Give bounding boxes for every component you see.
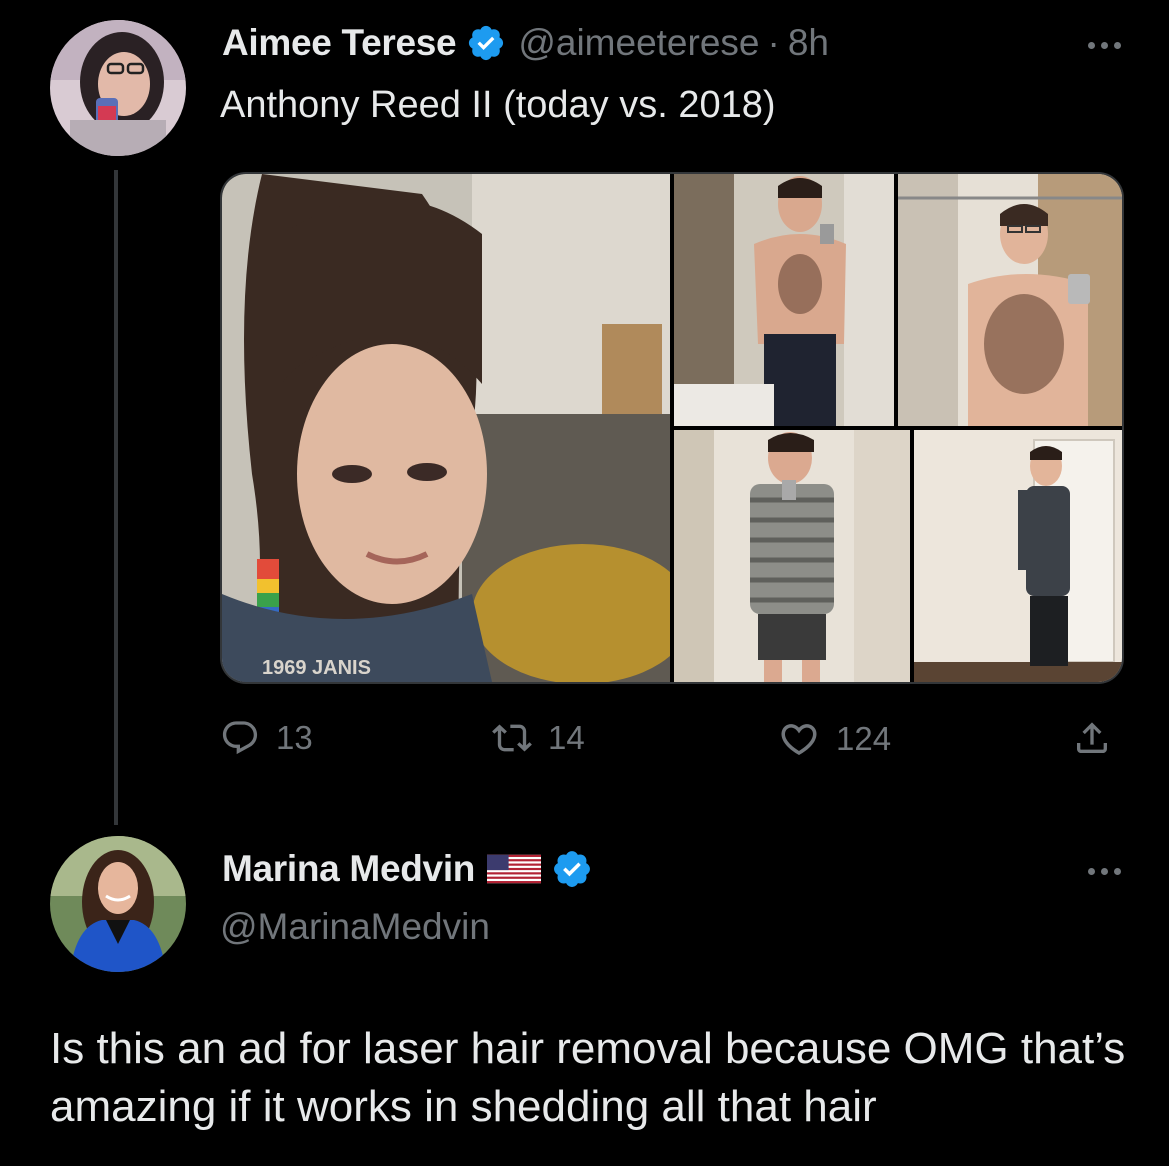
photo-mirror-selfie-striped-shirt [674,430,910,682]
tweet-text: Anthony Reed II (today vs. 2018) [220,84,776,126]
share-icon [1072,718,1112,758]
reply-author-display-name[interactable]: Marina Medvin [222,848,475,890]
share-button[interactable] [1072,718,1112,758]
reply-more-options-icon[interactable] [1088,868,1121,875]
photo-selfie-rainbow-earring: 1969 JANIS [222,174,670,682]
reply-author-avatar[interactable] [50,836,186,972]
thread-connector-line [114,170,118,825]
media-photo-2[interactable] [674,174,894,426]
reply-author-handle[interactable]: @MarinaMedvin [220,906,490,948]
media-photo-5[interactable] [914,430,1122,682]
us-flag-icon [487,851,542,887]
heart-icon [778,718,820,760]
repost-icon [492,718,532,758]
separator-dot: · [767,22,780,63]
tweet-media-grid[interactable]: 1969 JANIS [220,172,1124,684]
tweet-timestamp[interactable]: 8h [788,22,829,64]
reply-text: Is this an ad for laser hair removal bec… [50,1024,1126,1131]
repost-count: 14 [548,719,585,756]
like-count: 124 [836,720,892,757]
author-handle[interactable]: @aimeeterese [518,22,759,64]
media-photo-4[interactable] [674,430,910,682]
like-button[interactable]: 124 [778,718,891,760]
media-photo-3[interactable] [898,174,1122,426]
photo-standing-dress-shirt [914,430,1122,682]
svg-text:1969 JANIS: 1969 JANIS [262,657,371,679]
reply-header: Marina Medvin [222,848,593,890]
tweet-header: Aimee Terese @aimeeterese · 8h [222,22,829,64]
verified-badge-icon [466,23,506,63]
reply-count: 13 [276,719,313,756]
repost-button[interactable]: 14 [492,718,585,758]
photo-bathroom-selfie-shirtless [898,174,1122,426]
reply-icon [220,718,260,758]
author-avatar[interactable] [50,20,186,156]
reply-button[interactable]: 13 [220,718,313,758]
tweet-thread: Aimee Terese @aimeeterese · 8h Anthony R… [0,0,1169,1166]
reply-verified-badge-icon [551,848,593,890]
photo-mirror-selfie-shirtless [674,174,894,426]
media-photo-1[interactable]: 1969 JANIS [222,174,670,682]
tweet-action-bar: 13 14 124 [220,718,1120,774]
author-display-name[interactable]: Aimee Terese [222,22,457,64]
tweet-more-options-icon[interactable] [1088,42,1121,49]
